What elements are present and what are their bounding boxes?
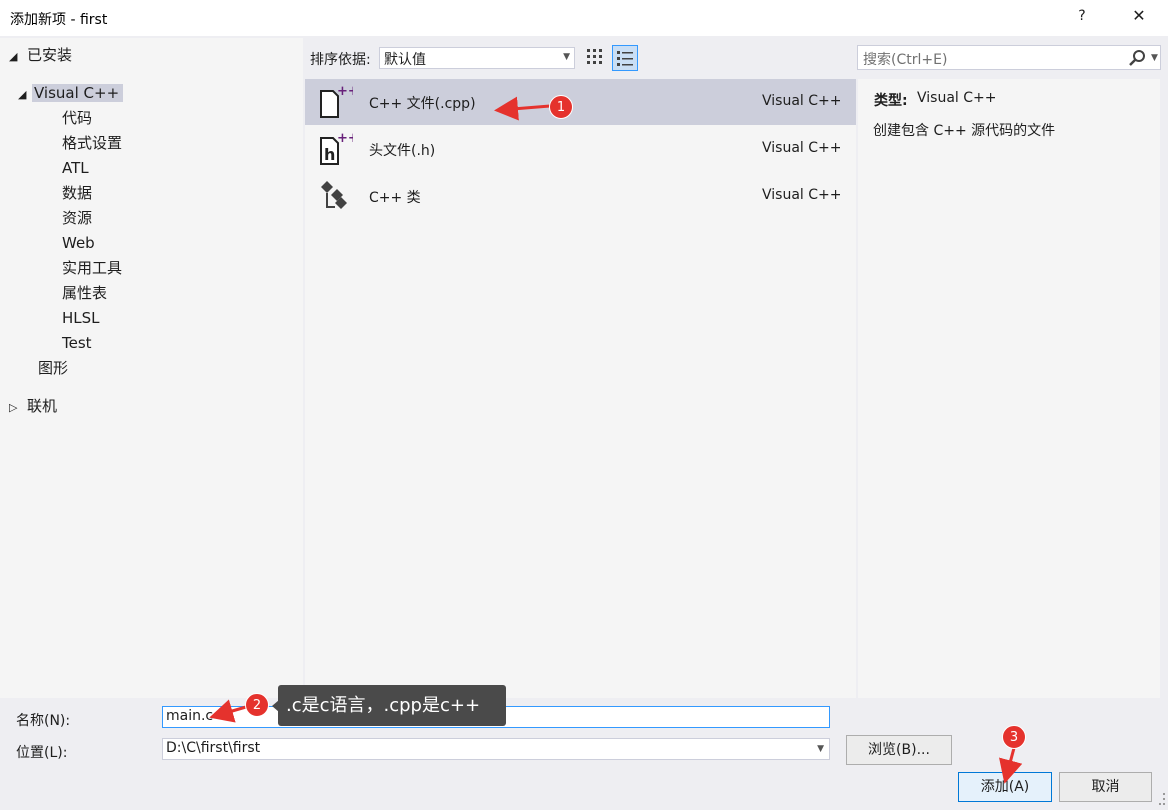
annotation-badge-3: 3	[1002, 725, 1026, 749]
annotation-arrows	[209, 96, 1023, 784]
annotation-badge-1: 1	[549, 95, 573, 119]
annotation-arrow-2	[209, 699, 247, 723]
annotation-arrow-3	[999, 747, 1023, 784]
annotation-arrow-1	[494, 96, 551, 121]
annotation-tooltip: .c是c语言，.cpp是c++	[278, 685, 506, 726]
annotation-badge-2: 2	[245, 693, 269, 717]
